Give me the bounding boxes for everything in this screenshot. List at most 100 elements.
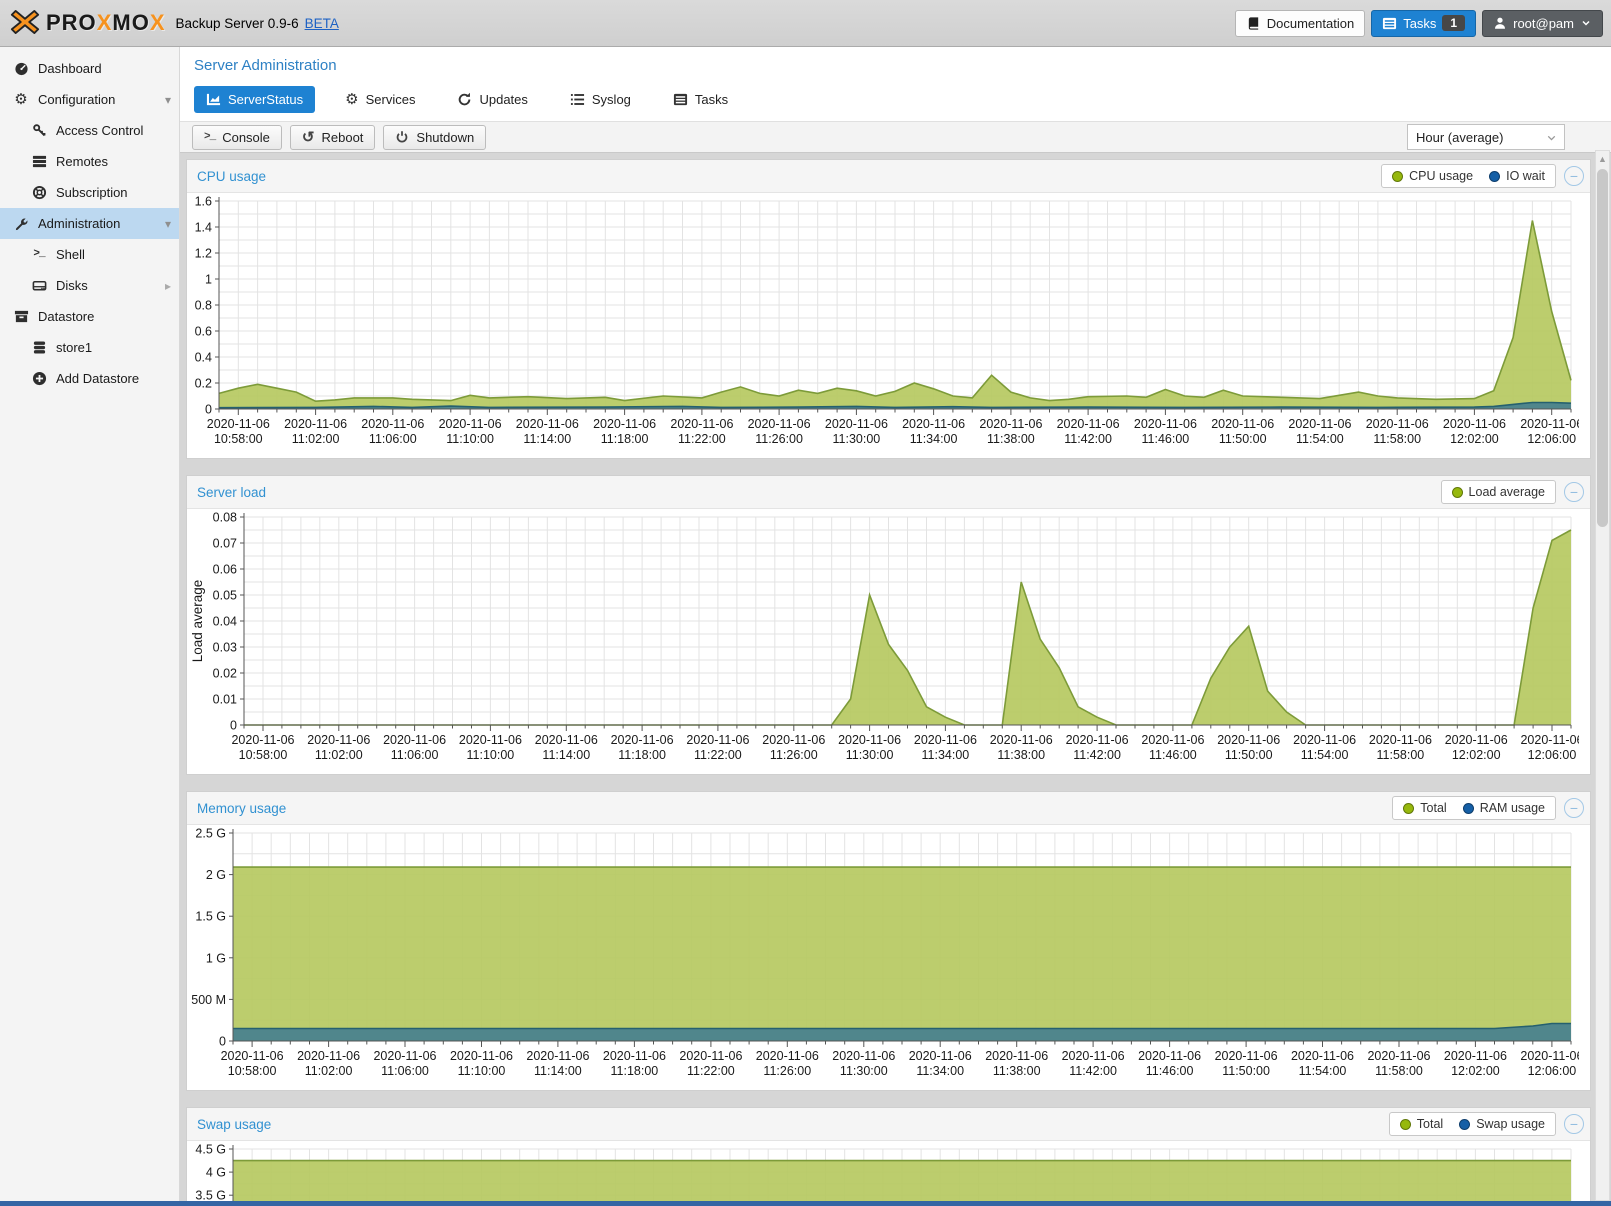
svg-text:2020-11-06: 2020-11-06 xyxy=(1062,1049,1125,1063)
svg-text:2020-11-06: 2020-11-06 xyxy=(909,1049,972,1063)
sidebar-item-access-control[interactable]: Access Control xyxy=(0,115,179,146)
sidebar-item-dashboard[interactable]: Dashboard xyxy=(0,53,179,84)
collapse-panel-icon[interactable]: − xyxy=(1564,798,1584,818)
reboot-button[interactable]: ↺Reboot xyxy=(290,125,376,150)
panel-body: 2020-11-0610:58:002020-11-0611:02:002020… xyxy=(187,1141,1590,1206)
svg-text:11:30:00: 11:30:00 xyxy=(833,432,881,446)
sidebar-item-configuration[interactable]: ⚙Configuration▾ xyxy=(0,84,179,115)
svg-text:2020-11-06: 2020-11-06 xyxy=(825,417,888,431)
refresh-icon xyxy=(457,92,472,107)
tab-label: Tasks xyxy=(695,92,728,107)
chart-legend: Total Swap usage xyxy=(1389,1112,1556,1136)
tab-updates[interactable]: Updates xyxy=(445,86,539,113)
svg-text:2020-11-06: 2020-11-06 xyxy=(1445,733,1508,747)
documentation-label: Documentation xyxy=(1267,16,1354,31)
svg-text:0: 0 xyxy=(205,403,212,417)
sidebar-item-store1[interactable]: store1 xyxy=(0,332,179,363)
svg-text:11:54:00: 11:54:00 xyxy=(1296,432,1344,446)
svg-text:11:58:00: 11:58:00 xyxy=(1375,1064,1423,1078)
svg-text:12:02:00: 12:02:00 xyxy=(1451,1064,1500,1078)
svg-text:0.07: 0.07 xyxy=(213,537,237,551)
user-label: root@pam xyxy=(1513,16,1574,31)
chevron-down-icon: ▾ xyxy=(165,93,171,107)
timeframe-select[interactable]: Hour (average) xyxy=(1407,124,1565,150)
svg-text:2020-11-06: 2020-11-06 xyxy=(297,1049,360,1063)
tab-syslog[interactable]: Syslog xyxy=(558,86,643,113)
svg-text:2020-11-06: 2020-11-06 xyxy=(1217,733,1280,747)
svg-text:2020-11-06: 2020-11-06 xyxy=(439,417,502,431)
svg-text:2 G: 2 G xyxy=(206,868,226,882)
svg-text:11:50:00: 11:50:00 xyxy=(1222,1064,1270,1078)
legend-label: RAM usage xyxy=(1480,801,1545,815)
cpu-usage-panel: CPU usageCPU usageIO wait−2020-11-0610:5… xyxy=(186,159,1591,459)
tab-bar: ServerStatus ⚙Services Updates Syslog Tasks xyxy=(194,86,1611,113)
panel-header: Server loadLoad average− xyxy=(187,476,1590,509)
svg-text:2020-11-06: 2020-11-06 xyxy=(221,1049,284,1063)
svg-text:0.4: 0.4 xyxy=(195,351,212,365)
svg-text:11:02:00: 11:02:00 xyxy=(292,432,340,446)
sidebar-item-label: Add Datastore xyxy=(56,371,139,386)
svg-text:2020-11-06: 2020-11-06 xyxy=(1443,417,1506,431)
svg-text:11:18:00: 11:18:00 xyxy=(618,748,666,762)
scrollbar-thumb[interactable] xyxy=(1597,169,1608,527)
collapse-panel-icon[interactable]: − xyxy=(1564,166,1584,186)
svg-text:2020-11-06: 2020-11-06 xyxy=(1211,417,1274,431)
legend-dot-icon xyxy=(1489,171,1500,182)
beta-link[interactable]: BETA xyxy=(305,16,339,31)
svg-text:0.02: 0.02 xyxy=(213,667,237,681)
legend-label: Swap usage xyxy=(1476,1117,1545,1131)
svg-text:11:58:00: 11:58:00 xyxy=(1377,748,1425,762)
scroll-up-arrow[interactable]: ▲ xyxy=(1596,151,1609,166)
plus-circle-icon xyxy=(30,371,48,386)
legend-label: Load average xyxy=(1469,485,1545,499)
svg-text:11:02:00: 11:02:00 xyxy=(315,748,363,762)
tab-services[interactable]: ⚙Services xyxy=(333,86,427,113)
svg-text:2020-11-06: 2020-11-06 xyxy=(611,733,674,747)
chart-icon xyxy=(206,92,221,107)
collapse-panel-icon[interactable]: − xyxy=(1564,482,1584,502)
tab-label: Services xyxy=(366,92,416,107)
sidebar-item-label: Shell xyxy=(56,247,85,262)
legend-item-total: Total xyxy=(1400,1117,1443,1131)
sidebar-item-datastore[interactable]: Datastore xyxy=(0,301,179,332)
legend-item-ram-usage: RAM usage xyxy=(1463,801,1545,815)
documentation-button[interactable]: Documentation xyxy=(1235,10,1365,37)
svg-text:0: 0 xyxy=(230,719,237,733)
vertical-scrollbar[interactable]: ▲ xyxy=(1595,150,1610,1201)
svg-text:2020-11-06: 2020-11-06 xyxy=(832,1049,895,1063)
svg-text:0.04: 0.04 xyxy=(213,615,237,629)
user-menu-button[interactable]: root@pam xyxy=(1482,10,1603,37)
swap-usage-chart: 2020-11-0610:58:002020-11-0611:02:002020… xyxy=(187,1141,1579,1206)
user-icon xyxy=(1493,16,1507,30)
svg-text:0.6: 0.6 xyxy=(195,325,212,339)
bottom-edge-strip xyxy=(0,1201,1611,1206)
chevron-right-icon: ▸ xyxy=(165,279,171,293)
sidebar-item-subscription[interactable]: Subscription xyxy=(0,177,179,208)
svg-text:11:14:00: 11:14:00 xyxy=(523,432,571,446)
sidebar-item-label: Dashboard xyxy=(38,61,102,76)
tab-serverstatus[interactable]: ServerStatus xyxy=(194,86,315,113)
svg-text:0.03: 0.03 xyxy=(213,641,237,655)
sidebar-item-shell[interactable]: >_Shell xyxy=(0,239,179,270)
sidebar-item-add-datastore[interactable]: Add Datastore xyxy=(0,363,179,394)
svg-text:2020-11-06: 2020-11-06 xyxy=(1141,733,1204,747)
panel-header: Memory usageTotalRAM usage− xyxy=(187,792,1590,825)
tasks-button[interactable]: Tasks 1 xyxy=(1371,10,1476,37)
chart-legend: Load average xyxy=(1441,480,1556,504)
legend-item-load-average: Load average xyxy=(1452,485,1545,499)
console-button[interactable]: >_Console xyxy=(192,125,282,150)
svg-text:4.5 G: 4.5 G xyxy=(195,1143,226,1157)
proxmox-logo[interactable]: PROXMOX xyxy=(8,5,166,42)
svg-text:2020-11-06: 2020-11-06 xyxy=(979,417,1042,431)
sidebar-item-remotes[interactable]: Remotes xyxy=(0,146,179,177)
legend-dot-icon xyxy=(1392,171,1403,182)
tab-tasks[interactable]: Tasks xyxy=(661,86,740,113)
shutdown-button[interactable]: Shutdown xyxy=(383,125,486,150)
svg-text:2020-11-06: 2020-11-06 xyxy=(307,733,370,747)
svg-text:11:30:00: 11:30:00 xyxy=(840,1064,888,1078)
sidebar-item-administration[interactable]: Administration▾ xyxy=(0,208,179,239)
svg-text:2020-11-06: 2020-11-06 xyxy=(1288,417,1351,431)
chevron-down-icon xyxy=(1545,131,1558,144)
collapse-panel-icon[interactable]: − xyxy=(1564,1114,1584,1134)
sidebar-item-disks[interactable]: Disks▸ xyxy=(0,270,179,301)
